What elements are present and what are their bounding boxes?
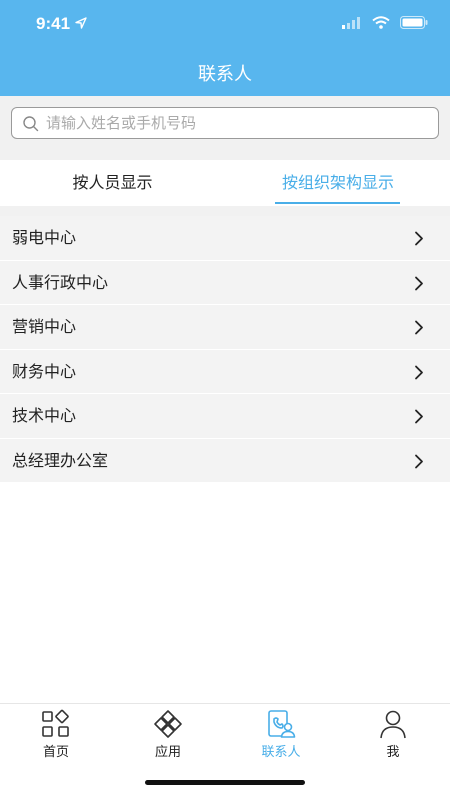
section-divider: [0, 206, 450, 216]
tab-by-organization[interactable]: 按组织架构显示: [276, 160, 400, 206]
apps-icon: [154, 710, 182, 738]
nav-me[interactable]: 我: [337, 704, 449, 766]
nav-apps-label: 应用: [154, 745, 181, 760]
search-box[interactable]: [11, 107, 439, 139]
department-list: 弱电中心 人事行政中心 营销中心 财务中心 技术中心 总经理办公室: [0, 216, 450, 483]
chevron-right-icon: [415, 320, 423, 335]
active-tab-indicator: [275, 202, 400, 204]
contacts-icon: [268, 710, 296, 738]
department-label: 人事行政中心: [12, 272, 109, 292]
nav-contacts-label: 联系人: [261, 745, 301, 760]
department-label: 技术中心: [12, 406, 77, 425]
search-area: [0, 96, 450, 160]
grid-icon: [42, 709, 69, 737]
status-time: 9:41: [36, 14, 71, 33]
nav-me-label: 我: [386, 745, 400, 760]
department-label: 总经理办公室: [12, 450, 109, 470]
department-label: 弱电中心: [12, 228, 77, 247]
department-item[interactable]: 技术中心: [0, 394, 450, 439]
chevron-right-icon: [415, 409, 423, 424]
department-item[interactable]: 财务中心: [0, 349, 450, 394]
location-arrow-icon: [75, 17, 87, 29]
chevron-right-icon: [415, 365, 423, 379]
chevron-right-icon: [415, 454, 423, 468]
chevron-right-icon: [415, 231, 423, 246]
signal-icon: [342, 16, 360, 29]
tab-by-person[interactable]: 按人员显示: [0, 160, 225, 206]
department-label: 营销中心: [12, 317, 77, 336]
department-item[interactable]: 营销中心: [0, 305, 450, 350]
search-icon: [23, 116, 39, 132]
search-input[interactable]: [46, 111, 426, 135]
status-indicators: [342, 16, 428, 29]
bottom-nav: 首页 应用 联系人 我: [0, 703, 450, 800]
battery-icon: [400, 16, 428, 29]
department-item[interactable]: 弱电中心: [0, 216, 450, 261]
nav-apps[interactable]: 应用: [112, 704, 224, 766]
view-tabs: 按人员显示 按组织架构显示: [0, 160, 450, 206]
wifi-icon: [372, 16, 390, 29]
page-title: 联系人: [198, 64, 252, 85]
home-indicator: [145, 780, 305, 785]
chevron-right-icon: [415, 276, 423, 290]
department-item[interactable]: 人事行政中心: [0, 260, 450, 305]
department-item[interactable]: 总经理办公室: [0, 438, 450, 483]
nav-home-label: 首页: [42, 745, 69, 760]
department-label: 财务中心: [12, 361, 77, 381]
nav-contacts[interactable]: 联系人: [225, 704, 337, 766]
nav-home[interactable]: 首页: [0, 704, 112, 766]
header-bar: 9:41 联系人: [0, 0, 450, 96]
person-icon: [380, 710, 406, 739]
